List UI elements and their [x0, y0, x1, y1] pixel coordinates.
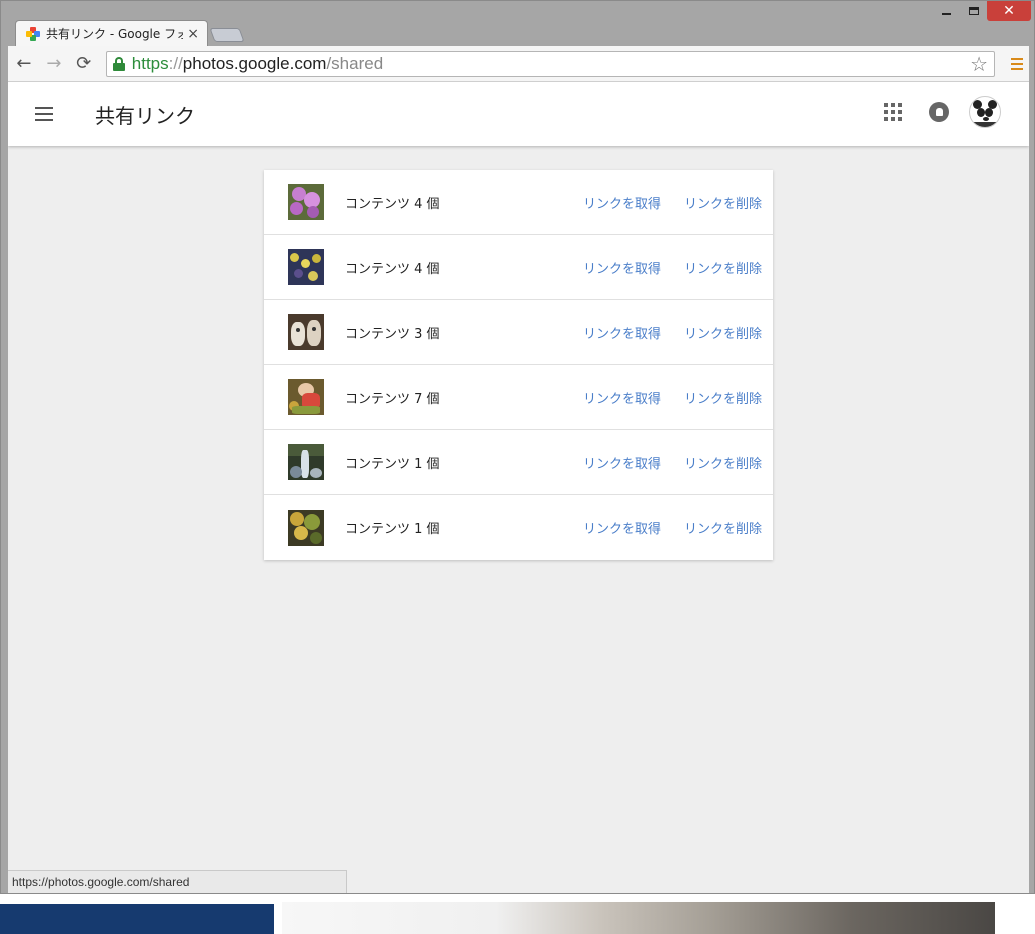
- delete-link-button[interactable]: リンクを削除: [684, 518, 762, 537]
- content-count: コンテンツ 4 個: [345, 261, 440, 277]
- tab-title: 共有リンク - Google フォト: [46, 27, 184, 41]
- url-text[interactable]: https://photos.google.com/shared: [132, 54, 970, 74]
- get-link-button[interactable]: リンクを取得: [583, 518, 661, 537]
- get-link-button[interactable]: リンクを取得: [583, 193, 661, 212]
- delete-link-button[interactable]: リンクを削除: [684, 193, 762, 212]
- thumbnail-image[interactable]: [288, 184, 324, 220]
- maximize-button[interactable]: [960, 1, 987, 21]
- background-window: [282, 902, 995, 934]
- list-item: コンテンツ 4 個 リンクを取得 リンクを削除: [264, 170, 773, 235]
- google-photos-icon: [26, 26, 40, 41]
- content-count: コンテンツ 7 個: [345, 391, 440, 407]
- url-separator: ://: [168, 53, 183, 73]
- thumbnail-image[interactable]: [288, 249, 324, 285]
- url-scheme: https: [131, 53, 169, 73]
- thumbnail-image[interactable]: [288, 444, 324, 480]
- list-item: コンテンツ 7 個 リンクを取得 リンクを削除: [264, 365, 773, 430]
- url-path: /shared: [326, 53, 384, 73]
- avatar[interactable]: [969, 96, 1001, 128]
- get-link-button[interactable]: リンクを取得: [583, 258, 661, 277]
- delete-link-button[interactable]: リンクを削除: [684, 258, 762, 277]
- list-item: コンテンツ 1 個 リンクを取得 リンクを削除: [264, 430, 773, 495]
- back-button[interactable]: ←: [10, 50, 38, 78]
- delete-link-button[interactable]: リンクを削除: [684, 323, 762, 342]
- app-bar: 共有リンク: [8, 82, 1029, 146]
- tab-close-icon[interactable]: ×: [187, 26, 199, 42]
- content-count: コンテンツ 4 個: [345, 196, 440, 212]
- content-count: コンテンツ 3 個: [345, 326, 440, 342]
- thumbnail-image[interactable]: [288, 379, 324, 415]
- status-url-bubble: https://photos.google.com/shared: [8, 870, 347, 893]
- url-host: photos.google.com: [182, 53, 327, 73]
- list-item: コンテンツ 3 個 リンクを取得 リンクを削除: [264, 300, 773, 365]
- shared-links-list: コンテンツ 4 個 リンクを取得 リンクを削除 コンテンツ 4 個 リンクを取得…: [264, 170, 773, 560]
- new-tab-button[interactable]: [209, 28, 245, 42]
- maximize-icon: [968, 7, 979, 15]
- close-window-button[interactable]: ✕: [987, 1, 1031, 21]
- delete-link-button[interactable]: リンクを削除: [684, 388, 762, 407]
- forward-button[interactable]: →: [40, 50, 68, 78]
- page-title: 共有リンク: [95, 103, 195, 128]
- thumbnail-image[interactable]: [288, 314, 324, 350]
- page-viewport: 共有リンク コンテンツ 4 個 リンクを取得 リンクを削除 コンテンツ 4 個 …: [8, 82, 1029, 893]
- minimize-button[interactable]: [933, 1, 960, 21]
- get-link-button[interactable]: リンクを取得: [583, 388, 661, 407]
- minimize-icon: [942, 13, 951, 15]
- bookmark-star-icon[interactable]: ☆: [970, 52, 988, 76]
- list-item: コンテンツ 4 個 リンクを取得 リンクを削除: [264, 235, 773, 300]
- lock-icon: [112, 56, 125, 71]
- menu-icon[interactable]: [35, 102, 59, 126]
- notifications-icon[interactable]: [929, 102, 949, 122]
- apps-grid-icon[interactable]: [884, 103, 902, 121]
- browser-toolbar: ← → ⟳ https://photos.google.com/shared ☆: [8, 46, 1029, 82]
- browser-tab[interactable]: 共有リンク - Google フォト ×: [15, 20, 208, 46]
- address-bar[interactable]: https://photos.google.com/shared ☆: [105, 50, 996, 77]
- get-link-button[interactable]: リンクを取得: [583, 323, 661, 342]
- chrome-menu-button[interactable]: [1005, 52, 1029, 76]
- list-item: コンテンツ 1 個 リンクを取得 リンクを削除: [264, 495, 773, 560]
- content-count: コンテンツ 1 個: [345, 522, 440, 537]
- delete-link-button[interactable]: リンクを削除: [684, 453, 762, 472]
- get-link-button[interactable]: リンクを取得: [583, 453, 661, 472]
- window-controls: ✕: [933, 1, 1031, 23]
- desktop-background: [0, 904, 274, 934]
- browser-window: ✕ 共有リンク - Google フォト × ← → ⟳ https://pho…: [0, 0, 1035, 894]
- content-count: コンテンツ 1 個: [345, 456, 440, 472]
- reload-button[interactable]: ⟳: [70, 50, 98, 78]
- thumbnail-image[interactable]: [288, 509, 324, 546]
